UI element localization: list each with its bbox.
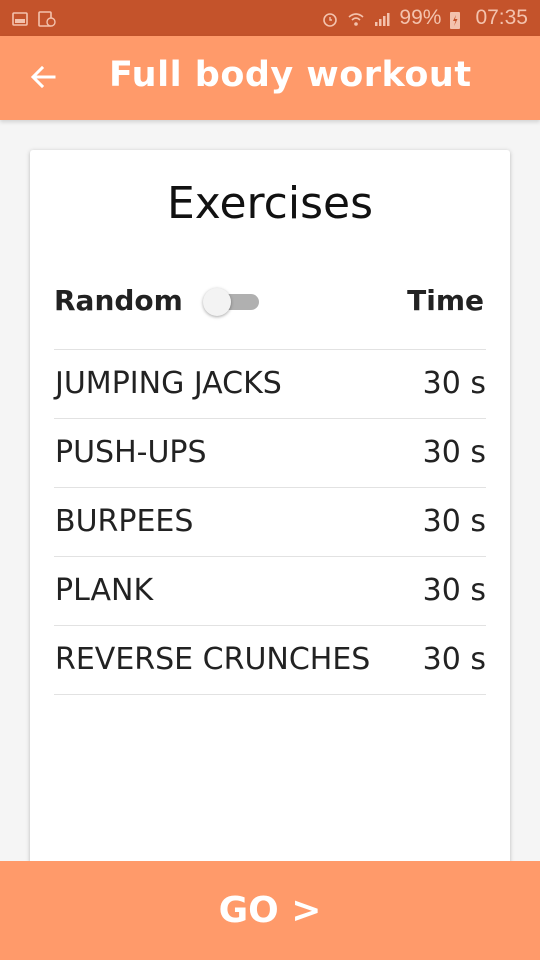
toggle-thumb	[203, 288, 231, 316]
arrow-left-icon[interactable]	[28, 62, 58, 92]
exercises-card: Exercises Random Time JUMPING JACKS 30 s…	[30, 150, 510, 910]
exercise-name: REVERSE CRUNCHES	[55, 642, 371, 677]
exercise-time: 30 s	[422, 366, 486, 401]
list-item[interactable]: REVERSE CRUNCHES 30 s	[54, 626, 486, 695]
sim-icon	[38, 9, 56, 27]
exercise-time: 30 s	[422, 573, 486, 608]
list-item[interactable]: BURPEES 30 s	[54, 488, 486, 557]
list-item[interactable]: PUSH-UPS 30 s	[54, 419, 486, 488]
clock: 07:35	[475, 6, 528, 29]
gallery-icon	[12, 9, 30, 26]
signal-icon	[373, 10, 391, 26]
list-item[interactable]: JUMPING JACKS 30 s	[54, 350, 486, 419]
card-title: Exercises	[166, 178, 373, 229]
exercise-name: PLANK	[55, 573, 154, 608]
app-bar: Full body workout	[0, 36, 540, 120]
exercise-list: JUMPING JACKS 30 s PUSH-UPS 30 s BURPEES…	[54, 349, 486, 695]
random-label: Random	[54, 284, 183, 317]
battery-icon	[449, 10, 467, 29]
alarm-icon	[321, 10, 339, 27]
exercise-name: JUMPING JACKS	[55, 366, 282, 401]
exercise-time: 30 s	[422, 504, 486, 539]
exercise-name: PUSH-UPS	[55, 435, 207, 470]
exercise-time: 30 s	[422, 435, 486, 470]
status-bar: 99% 07:35	[0, 0, 540, 36]
random-toggle[interactable]	[203, 288, 259, 316]
page-title: Full body workout	[109, 55, 472, 95]
battery-percent: 99%	[399, 6, 442, 29]
exercise-time: 30 s	[422, 642, 486, 677]
exercise-name: BURPEES	[55, 504, 194, 539]
list-item[interactable]: PLANK 30 s	[54, 557, 486, 626]
time-column-label: Time	[407, 284, 484, 317]
go-button[interactable]: GO >	[0, 861, 540, 960]
wifi-icon	[347, 10, 365, 26]
